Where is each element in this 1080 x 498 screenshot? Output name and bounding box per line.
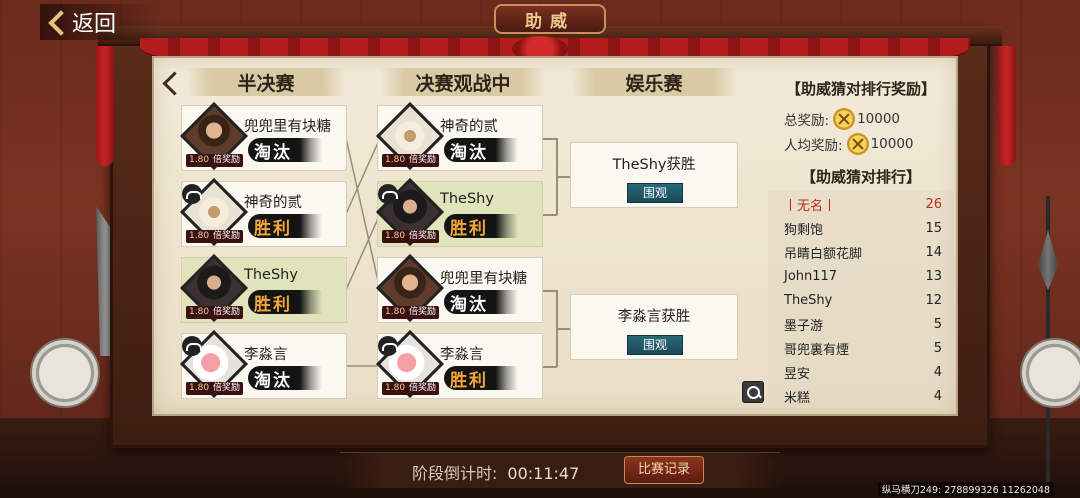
odds-badge: 1.80 倍奖励 xyxy=(186,382,244,395)
semifinal-card[interactable]: 1.80 倍奖励 兜兜里有块糖 淘汰 xyxy=(180,102,347,171)
zoom-in-icon[interactable] xyxy=(742,381,764,403)
result-stamp: 胜利 xyxy=(444,214,518,239)
cheer-hand-icon xyxy=(182,336,202,356)
bracket-connector-lines xyxy=(346,137,380,367)
result-stamp: 胜利 xyxy=(248,290,322,315)
final-card[interactable]: 1.80 倍奖励 兜兜里有块糖 淘汰 xyxy=(376,254,543,323)
per-person-reward-row: 人均奖励: 10000 xyxy=(784,133,914,155)
connector-line xyxy=(543,138,557,140)
ranking-row: 昱安 4 xyxy=(784,364,942,382)
collapse-arrow-icon[interactable] xyxy=(158,68,180,96)
odds-badge: 1.80 倍奖励 xyxy=(382,230,440,243)
match-record-button[interactable]: 比赛记录 xyxy=(624,456,704,484)
player-name: 李淼言 xyxy=(440,347,484,363)
column-header-exhibition: 娱乐赛 xyxy=(570,68,738,96)
watch-button[interactable]: 围观 xyxy=(627,335,683,355)
connector-line xyxy=(556,176,570,178)
ranking-row: 哥兜裏有煙 5 xyxy=(784,340,942,358)
result-stamp: 胜利 xyxy=(248,214,322,239)
back-button[interactable]: 返回 xyxy=(40,4,160,40)
result-stamp: 淘汰 xyxy=(444,290,518,315)
semifinal-card[interactable]: 1.80 倍奖励 李淼言 淘汰 xyxy=(180,330,347,399)
result-stamp: 胜利 xyxy=(444,366,518,391)
player-name: 神奇的贰 xyxy=(440,119,498,135)
odds-badge: 1.80 倍奖励 xyxy=(186,154,244,167)
semifinal-card[interactable]: 1.80 倍奖励 神奇的贰 胜利 xyxy=(180,178,347,247)
watch-button[interactable]: 围观 xyxy=(627,183,683,203)
back-label: 返回 xyxy=(72,12,117,37)
odds-badge: 1.80 倍奖励 xyxy=(382,382,440,395)
ranking-panel: 【助威猜对排行奖励】 总奖励: 10000 人均奖励: 10000 【助威猜对排… xyxy=(768,74,954,406)
final-card[interactable]: 1.80 倍奖励 神奇的贰 淘汰 xyxy=(376,102,543,171)
result-text: TheShy获胜 xyxy=(612,157,696,173)
player-name: 兜兜里有块糖 xyxy=(244,119,331,135)
ranking-list-title: 【助威猜对排行】 xyxy=(800,168,921,186)
semifinal-card[interactable]: 1.80 倍奖励 TheShy 胜利 xyxy=(180,254,347,323)
exhibition-result-card: 李淼言获胜 围观 xyxy=(570,294,738,360)
coin-icon xyxy=(846,133,869,155)
reward-title: 【助威猜对排行奖励】 xyxy=(785,80,936,98)
cheer-hand-icon xyxy=(182,184,202,204)
odds-badge: 1.80 倍奖励 xyxy=(382,306,440,319)
ranking-row: 狗剩饱 15 xyxy=(784,220,942,238)
connector-line xyxy=(543,290,557,292)
ranking-row: TheShy 12 xyxy=(784,292,942,308)
connector-line xyxy=(346,137,380,291)
result-text: 李淼言获胜 xyxy=(617,309,691,325)
ranking-row: 米糕 4 xyxy=(784,388,942,406)
player-name: TheShy xyxy=(440,191,494,207)
column-header-semifinal: 半决赛 xyxy=(186,68,346,96)
connector-line xyxy=(543,214,557,216)
result-stamp: 淘汰 xyxy=(248,138,322,163)
cheer-hand-icon xyxy=(378,184,398,204)
player-name: 神奇的贰 xyxy=(244,195,302,211)
connector-line xyxy=(346,137,380,215)
column-header-final: 决赛观战中 xyxy=(380,68,546,96)
back-arrow-icon xyxy=(48,11,66,33)
per-person-reward-value: 10000 xyxy=(870,136,914,152)
total-reward-value: 10000 xyxy=(857,111,901,127)
ranking-row: 吊睛白额花脚 14 xyxy=(784,244,942,262)
exhibition-result-card: TheShy获胜 围观 xyxy=(570,142,738,208)
watermark-text: 纵马横刀249: 278899326 11262048 xyxy=(877,482,1054,496)
final-card[interactable]: 1.80 倍奖励 TheShy 胜利 xyxy=(376,178,543,247)
ranking-list[interactable]: 丨无名丨 26 狗剩饱 15 吊睛白额花脚 14 John117 13 TheShy 12… xyxy=(768,190,954,406)
player-name: TheShy xyxy=(244,267,298,283)
stage-countdown: 阶段倒计时: 00:11:47 xyxy=(412,460,579,484)
total-reward-label: 总奖励: xyxy=(784,113,830,129)
ranking-row: John117 13 xyxy=(784,268,942,284)
coin-icon xyxy=(833,108,856,130)
result-stamp: 淘汰 xyxy=(248,366,322,391)
odds-badge: 1.80 倍奖励 xyxy=(186,306,244,319)
drum-left-decoration xyxy=(30,338,100,408)
curtain-side-right xyxy=(998,46,1016,166)
countdown-label: 阶段倒计时: xyxy=(412,464,498,483)
curtain-side-left xyxy=(96,46,114,166)
per-person-reward-label: 人均奖励: xyxy=(784,138,843,154)
ranking-row: 丨无名丨 26 xyxy=(784,196,942,214)
cheer-hand-icon xyxy=(378,336,398,356)
page-title: 助威 xyxy=(494,4,606,34)
connector-line xyxy=(556,328,570,330)
ranking-row: 墨子游 5 xyxy=(784,316,942,334)
odds-badge: 1.80 倍奖励 xyxy=(382,154,440,167)
player-name: 李淼言 xyxy=(244,347,288,363)
connector-line xyxy=(543,366,557,368)
result-stamp: 淘汰 xyxy=(444,138,518,163)
player-name: 兜兜里有块糖 xyxy=(440,271,527,287)
odds-badge: 1.80 倍奖励 xyxy=(186,230,244,243)
countdown-value: 00:11:47 xyxy=(507,464,580,483)
total-reward-row: 总奖励: 10000 xyxy=(784,108,900,130)
connector-line xyxy=(346,213,380,291)
final-card[interactable]: 1.80 倍奖励 李淼言 胜利 xyxy=(376,330,543,399)
